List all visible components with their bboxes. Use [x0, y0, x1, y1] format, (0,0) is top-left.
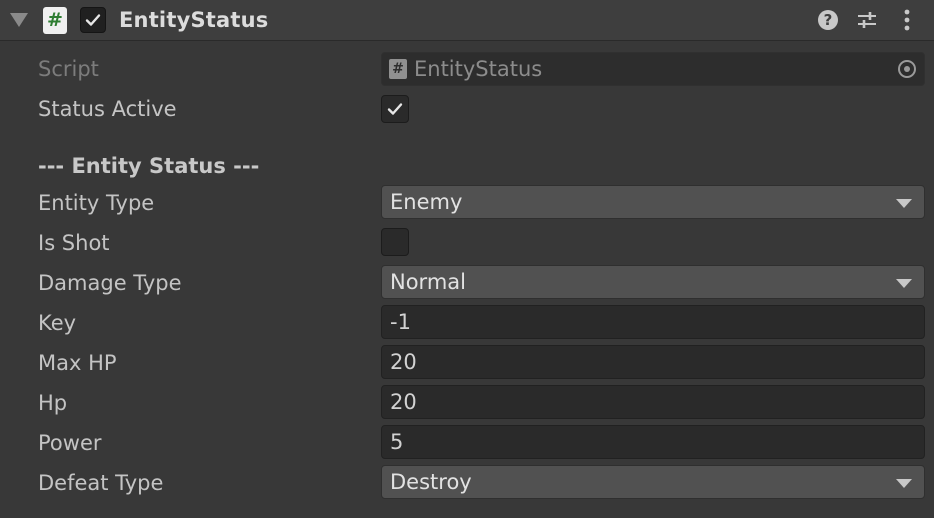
- defeat-type-dropdown[interactable]: Destroy: [381, 465, 925, 499]
- is-shot-label: Is Shot: [38, 231, 110, 255]
- defeat-type-value: Destroy: [390, 470, 472, 494]
- power-label: Power: [38, 431, 102, 455]
- dropdown-arrow-icon: [896, 279, 912, 288]
- entity-type-dropdown[interactable]: Enemy: [381, 185, 925, 219]
- script-label: Script: [38, 57, 99, 81]
- inspector-panel: # EntityStatus ? Script # EntityStatus S…: [0, 0, 934, 518]
- damage-type-label: Damage Type: [38, 271, 182, 295]
- key-label: Key: [38, 311, 77, 335]
- damage-type-dropdown[interactable]: Normal: [381, 265, 925, 299]
- component-title: EntityStatus: [119, 8, 269, 32]
- script-field[interactable]: # EntityStatus: [381, 52, 925, 86]
- component-enabled-toggle[interactable]: [80, 7, 106, 33]
- dropdown-arrow-icon: [896, 199, 912, 208]
- max-hp-label: Max HP: [38, 351, 117, 375]
- script-value: EntityStatus: [414, 57, 543, 81]
- hp-label: Hp: [38, 391, 68, 415]
- component-header[interactable]: # EntityStatus ?: [0, 0, 934, 41]
- checkmark-icon: [387, 103, 403, 115]
- section-header: --- Entity Status ---: [38, 154, 260, 178]
- status-active-checkbox[interactable]: [381, 95, 409, 123]
- foldout-arrow-icon[interactable]: [10, 13, 28, 27]
- damage-type-value: Normal: [390, 270, 466, 294]
- power-input[interactable]: 5: [381, 425, 925, 459]
- entity-type-value: Enemy: [390, 190, 463, 214]
- help-icon[interactable]: ?: [818, 10, 838, 30]
- script-icon: #: [43, 7, 67, 34]
- key-input[interactable]: -1: [381, 305, 925, 339]
- script-icon: #: [389, 59, 407, 79]
- is-shot-checkbox[interactable]: [381, 228, 409, 256]
- max-hp-input[interactable]: 20: [381, 345, 925, 379]
- presets-icon[interactable]: [856, 9, 878, 31]
- object-picker-icon[interactable]: [898, 60, 916, 78]
- dropdown-arrow-icon: [896, 479, 912, 488]
- hp-input[interactable]: 20: [381, 385, 925, 419]
- defeat-type-label: Defeat Type: [38, 471, 164, 495]
- status-active-label: Status Active: [38, 97, 177, 121]
- context-menu-icon[interactable]: [901, 8, 913, 32]
- checkmark-icon: [85, 14, 101, 26]
- entity-type-label: Entity Type: [38, 191, 155, 215]
